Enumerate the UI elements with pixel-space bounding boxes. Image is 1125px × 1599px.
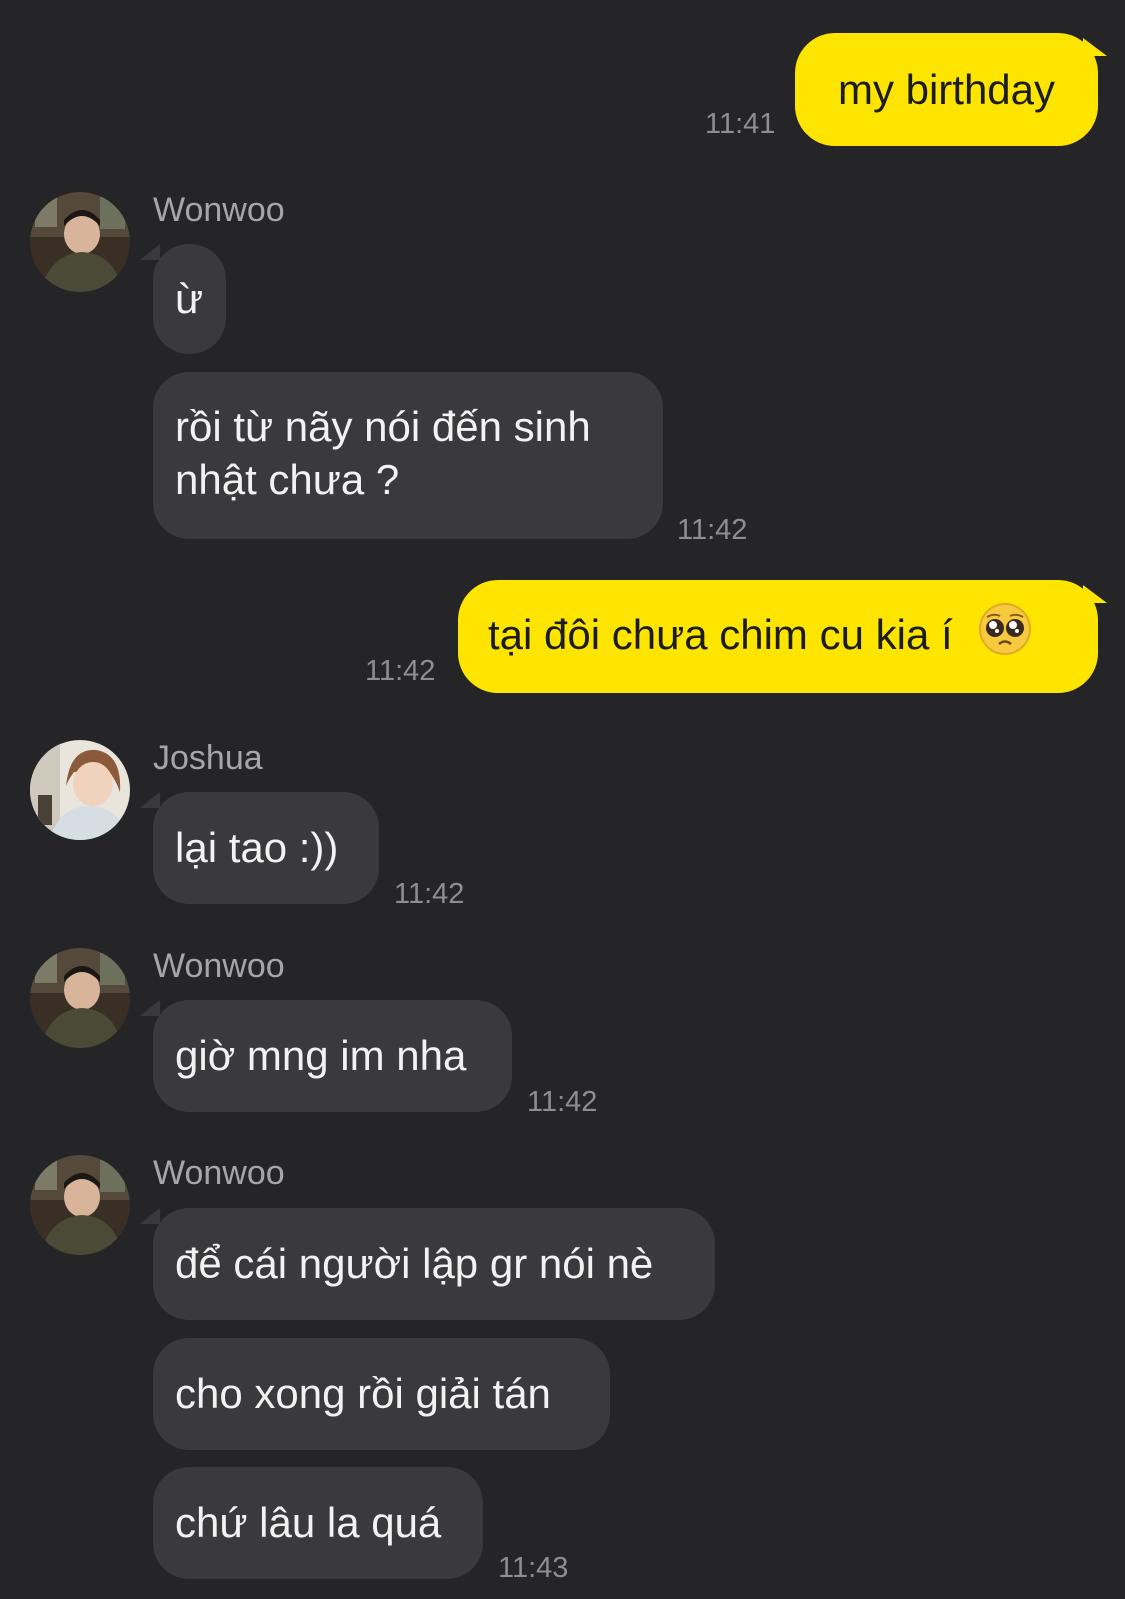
avatar-joshua[interactable] xyxy=(30,740,130,840)
bubble-tail xyxy=(1083,38,1107,56)
message-bubble[interactable]: chứ lâu la quá xyxy=(153,1467,483,1579)
sender-name: Wonwoo xyxy=(153,947,285,985)
avatar-wonwoo[interactable] xyxy=(30,1155,130,1255)
message-bubble[interactable]: cho xong rồi giải tán xyxy=(153,1338,610,1450)
message-bubble[interactable]: để cái người lập gr nói nè xyxy=(153,1208,715,1320)
message-bubble[interactable]: my birthday xyxy=(795,33,1098,146)
message-bubble[interactable]: ừ xyxy=(153,244,226,354)
avatar-wonwoo[interactable] xyxy=(30,948,130,1048)
bubble-tail xyxy=(1083,585,1107,603)
message-timestamp: 11:42 xyxy=(677,514,748,546)
bubble-tail xyxy=(140,792,160,808)
sender-name: Wonwoo xyxy=(153,191,285,229)
bubble-tail xyxy=(140,1000,160,1016)
message-bubble[interactable]: lại tao :)) xyxy=(153,792,379,904)
bubble-tail xyxy=(140,244,160,260)
message-bubble[interactable]: rồi từ nãy nói đến sinh nhật chưa ? xyxy=(153,372,663,539)
message-timestamp: 11:41 xyxy=(705,108,776,140)
message-timestamp: 11:42 xyxy=(394,878,465,910)
pleading-face-emoji xyxy=(978,602,1032,668)
message-bubble[interactable]: tại đôi chưa chim cu kia í xyxy=(458,580,1098,693)
message-timestamp: 11:42 xyxy=(365,655,436,687)
avatar-wonwoo[interactable] xyxy=(30,192,130,292)
message-timestamp: 11:42 xyxy=(527,1086,598,1118)
bubble-tail xyxy=(140,1208,160,1224)
sender-name: Wonwoo xyxy=(153,1154,285,1192)
message-timestamp: 11:43 xyxy=(498,1552,569,1584)
message-text: tại đôi chưa chim cu kia í xyxy=(488,611,953,659)
message-bubble[interactable]: giờ mng im nha xyxy=(153,1000,512,1112)
sender-name: Joshua xyxy=(153,739,263,777)
